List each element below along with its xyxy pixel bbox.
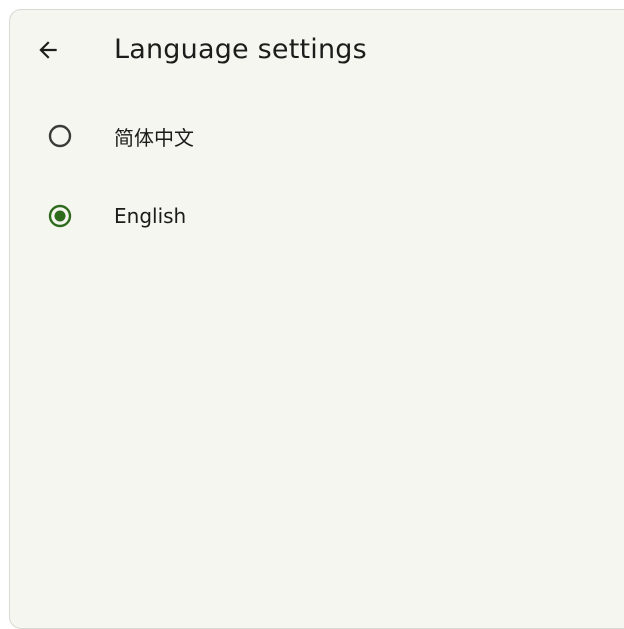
radio-unselected[interactable] bbox=[32, 112, 88, 160]
arrow-left-icon bbox=[39, 41, 57, 59]
option-label-english: English bbox=[114, 204, 187, 228]
radio-selected[interactable] bbox=[32, 192, 88, 240]
radio-unselected-icon bbox=[48, 124, 72, 148]
language-settings-panel: Language settings 简体中文 English bbox=[9, 9, 624, 629]
language-option-chinese[interactable]: 简体中文 bbox=[32, 112, 592, 160]
radio-selected-icon bbox=[48, 204, 72, 228]
back-button[interactable] bbox=[32, 34, 64, 66]
language-option-english[interactable]: English bbox=[32, 192, 592, 240]
option-label-chinese: 简体中文 bbox=[114, 125, 194, 150]
page-title: Language settings bbox=[114, 34, 367, 65]
